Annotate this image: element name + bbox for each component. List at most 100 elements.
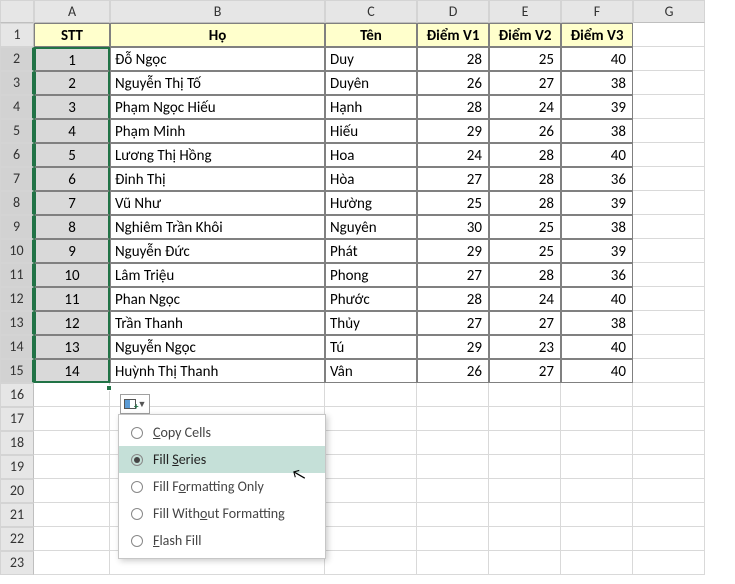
cell-G4[interactable]: [633, 95, 705, 119]
cell-B11[interactable]: Lâm Triệu: [110, 263, 325, 287]
cell-empty-20-3[interactable]: [417, 479, 489, 503]
cell-empty-22-2[interactable]: [325, 527, 417, 551]
cell-C6[interactable]: Hoa: [325, 143, 417, 167]
cell-E9[interactable]: 25: [489, 215, 561, 239]
cell-C13[interactable]: Thủy: [325, 311, 417, 335]
menu-item-4[interactable]: Flash Fill: [119, 527, 325, 554]
spreadsheet-grid[interactable]: ABCDEFG1STTHọTênĐiểm V1Điểm V2Điểm V321Đ…: [0, 0, 735, 575]
cell-G9[interactable]: [633, 215, 705, 239]
cell-empty-16-0[interactable]: [34, 383, 110, 407]
cell-F6[interactable]: 40: [561, 143, 633, 167]
row-header-3[interactable]: 3: [0, 71, 34, 95]
cell-A14[interactable]: 13: [34, 335, 110, 359]
cell-C7[interactable]: Hòa: [325, 167, 417, 191]
cell-empty-16-4[interactable]: [489, 383, 561, 407]
cell-G8[interactable]: [633, 191, 705, 215]
cell-empty-17-5[interactable]: [561, 407, 633, 431]
select-all-corner[interactable]: [0, 0, 34, 23]
header-cell-F[interactable]: Điểm V3: [561, 23, 633, 47]
cell-empty-23-5[interactable]: [561, 551, 633, 575]
menu-item-2[interactable]: Fill Formatting Only: [119, 473, 325, 500]
cell-A8[interactable]: 7: [34, 191, 110, 215]
cell-B13[interactable]: Trần Thanh: [110, 311, 325, 335]
cell-G1[interactable]: [633, 23, 705, 47]
cell-A4[interactable]: 3: [34, 95, 110, 119]
cell-A3[interactable]: 2: [34, 71, 110, 95]
row-header-6[interactable]: 6: [0, 143, 34, 167]
cell-D15[interactable]: 26: [417, 359, 489, 383]
cell-C8[interactable]: Hường: [325, 191, 417, 215]
row-header-8[interactable]: 8: [0, 191, 34, 215]
row-header-19[interactable]: 19: [0, 455, 34, 479]
cell-empty-22-5[interactable]: [561, 527, 633, 551]
cell-B15[interactable]: Huỳnh Thị Thanh: [110, 359, 325, 383]
cell-F3[interactable]: 38: [561, 71, 633, 95]
cell-empty-21-5[interactable]: [561, 503, 633, 527]
fill-handle[interactable]: [106, 385, 112, 391]
cell-D5[interactable]: 29: [417, 119, 489, 143]
header-cell-E[interactable]: Điểm V2: [489, 23, 561, 47]
cell-empty-23-0[interactable]: [34, 551, 110, 575]
row-header-12[interactable]: 12: [0, 287, 34, 311]
row-header-16[interactable]: 16: [0, 383, 34, 407]
header-cell-B[interactable]: Họ: [110, 23, 325, 47]
cell-E6[interactable]: 28: [489, 143, 561, 167]
cell-empty-21-0[interactable]: [34, 503, 110, 527]
row-header-7[interactable]: 7: [0, 167, 34, 191]
cell-empty-19-5[interactable]: [561, 455, 633, 479]
cell-G7[interactable]: [633, 167, 705, 191]
cell-C3[interactable]: Duyên: [325, 71, 417, 95]
cell-B12[interactable]: Phan Ngọc: [110, 287, 325, 311]
cell-empty-20-2[interactable]: [325, 479, 417, 503]
cell-F12[interactable]: 40: [561, 287, 633, 311]
cell-empty-16-6[interactable]: [633, 383, 705, 407]
cell-empty-20-6[interactable]: [633, 479, 705, 503]
row-header-14[interactable]: 14: [0, 335, 34, 359]
cell-G12[interactable]: [633, 287, 705, 311]
cell-empty-16-2[interactable]: [325, 383, 417, 407]
cell-C11[interactable]: Phong: [325, 263, 417, 287]
row-header-20[interactable]: 20: [0, 479, 34, 503]
cell-empty-22-3[interactable]: [417, 527, 489, 551]
cell-E13[interactable]: 27: [489, 311, 561, 335]
column-header-G[interactable]: G: [633, 0, 705, 23]
cell-B10[interactable]: Nguyễn Đức: [110, 239, 325, 263]
cell-E14[interactable]: 23: [489, 335, 561, 359]
cell-B4[interactable]: Phạm Ngọc Hiếu: [110, 95, 325, 119]
cell-B9[interactable]: Nghiêm Trần Khôi: [110, 215, 325, 239]
header-cell-D[interactable]: Điểm V1: [417, 23, 489, 47]
cell-empty-20-4[interactable]: [489, 479, 561, 503]
cell-D12[interactable]: 28: [417, 287, 489, 311]
cell-empty-16-5[interactable]: [561, 383, 633, 407]
cell-C12[interactable]: Phước: [325, 287, 417, 311]
cell-G15[interactable]: [633, 359, 705, 383]
cell-G14[interactable]: [633, 335, 705, 359]
cell-C9[interactable]: Nguyên: [325, 215, 417, 239]
cell-F9[interactable]: 38: [561, 215, 633, 239]
cell-B5[interactable]: Phạm Minh: [110, 119, 325, 143]
autofill-options-button[interactable]: + ▼: [120, 394, 150, 414]
cell-D10[interactable]: 29: [417, 239, 489, 263]
cell-F11[interactable]: 36: [561, 263, 633, 287]
cell-G10[interactable]: [633, 239, 705, 263]
cell-D4[interactable]: 28: [417, 95, 489, 119]
cell-D13[interactable]: 27: [417, 311, 489, 335]
cell-C5[interactable]: Hiếu: [325, 119, 417, 143]
cell-A13[interactable]: 12: [34, 311, 110, 335]
cell-E2[interactable]: 25: [489, 47, 561, 71]
cell-B14[interactable]: Nguyễn Ngọc: [110, 335, 325, 359]
cell-F14[interactable]: 40: [561, 335, 633, 359]
cell-G6[interactable]: [633, 143, 705, 167]
cell-E15[interactable]: 27: [489, 359, 561, 383]
row-header-11[interactable]: 11: [0, 263, 34, 287]
cell-D11[interactable]: 27: [417, 263, 489, 287]
cell-G3[interactable]: [633, 71, 705, 95]
cell-empty-19-3[interactable]: [417, 455, 489, 479]
cell-A2[interactable]: 1: [34, 47, 110, 71]
cell-A6[interactable]: 5: [34, 143, 110, 167]
cell-empty-22-0[interactable]: [34, 527, 110, 551]
column-header-E[interactable]: E: [489, 0, 561, 23]
row-header-13[interactable]: 13: [0, 311, 34, 335]
row-header-2[interactable]: 2: [0, 47, 34, 71]
cell-empty-17-4[interactable]: [489, 407, 561, 431]
